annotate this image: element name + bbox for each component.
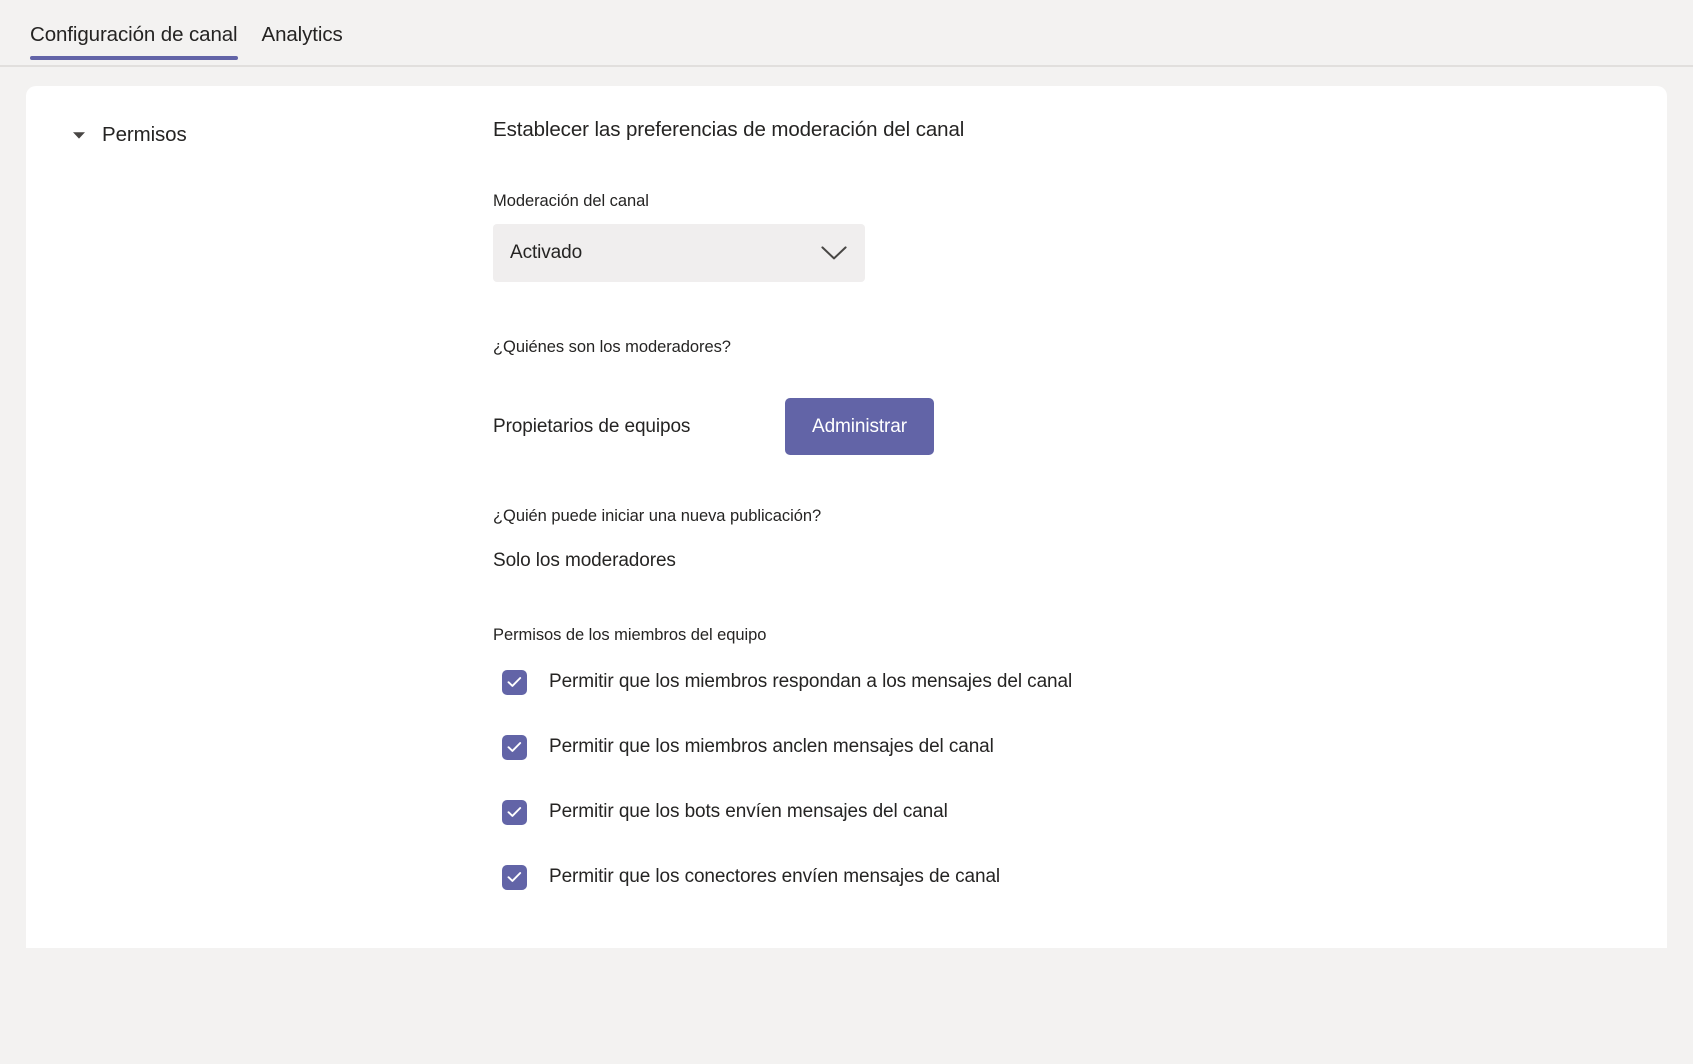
tab-bar: Configuración de canal Analytics — [0, 0, 1693, 68]
checkbox-checked-icon[interactable] — [502, 864, 527, 890]
tab-configuracion-de-canal[interactable]: Configuración de canal — [30, 22, 238, 60]
tab-analytics[interactable]: Analytics — [262, 22, 343, 60]
accordion-title: Permisos — [102, 123, 187, 146]
checkbox-label: Permitir que los miembros respondan a lo… — [549, 671, 1073, 692]
new-post-value: Solo los moderadores — [493, 550, 676, 571]
chevron-down-icon[interactable] — [66, 122, 92, 148]
moderation-dropdown-value: Activado — [510, 242, 583, 263]
checkbox-row[interactable]: Permitir que los miembros respondan a lo… — [502, 656, 1613, 708]
manage-moderators-button[interactable]: Administrar — [785, 398, 934, 455]
checkbox-label: Permitir que los bots envíen mensajes de… — [549, 801, 948, 822]
checkbox-row[interactable]: Permitir que los miembros anclen mensaje… — [502, 721, 1613, 773]
checkbox-row[interactable]: Permitir que los bots envíen mensajes de… — [502, 786, 1613, 838]
accordion-header-permisos[interactable]: Permisos — [66, 122, 466, 148]
moderation-dropdown[interactable]: Activado — [493, 224, 865, 282]
checkbox-checked-icon[interactable] — [502, 669, 527, 695]
settings-heading: Establecer las preferencias de moderació… — [493, 118, 965, 141]
tab-bar-divider — [0, 65, 1693, 67]
tab-label: Configuración de canal — [30, 23, 238, 46]
checkbox-checked-icon[interactable] — [502, 799, 527, 825]
moderators-row: Propietarios de equipos Administrar — [493, 398, 1613, 455]
checkbox-checked-icon[interactable] — [502, 734, 527, 760]
checkbox-row[interactable]: Permitir que los conectores envíen mensa… — [502, 851, 1613, 903]
moderators-value: Propietarios de equipos — [493, 415, 691, 437]
member-permissions-title: Permisos de los miembros del equipo — [493, 626, 767, 644]
moderation-field-label: Moderación del canal — [493, 192, 649, 210]
permissions-accordion: Permisos — [66, 122, 466, 148]
checkbox-label: Permitir que los conectores envíen mensa… — [549, 866, 1001, 887]
new-post-question: ¿Quién puede iniciar una nueva publicaci… — [493, 507, 822, 525]
member-permissions-list: Permitir que los miembros respondan a lo… — [493, 656, 1613, 903]
settings-card: Permisos Establecer las preferencias de … — [26, 86, 1667, 948]
checkbox-label: Permitir que los miembros anclen mensaje… — [549, 736, 994, 757]
tab-label: Analytics — [261, 23, 343, 46]
chevron-down-icon — [821, 224, 847, 282]
tab-list: Configuración de canal Analytics — [30, 22, 367, 60]
moderators-question: ¿Quiénes son los moderadores? — [493, 338, 731, 356]
moderation-settings-panel: Establecer las preferencias de moderació… — [493, 116, 1613, 903]
